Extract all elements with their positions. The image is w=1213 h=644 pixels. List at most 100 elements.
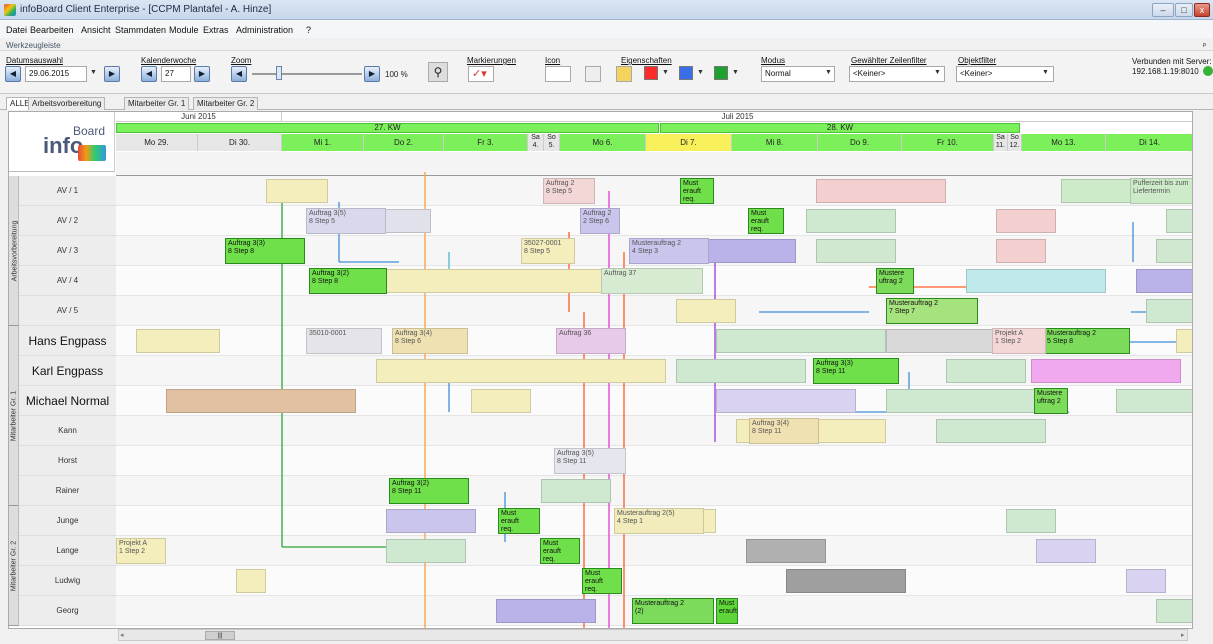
task-card[interactable]: Must erauft req.: [582, 568, 622, 594]
schedule-block[interactable]: [716, 389, 856, 413]
week-prev-button[interactable]: ◀: [141, 66, 157, 82]
schedule-block[interactable]: [676, 359, 806, 383]
task-card[interactable]: Must erauft req.: [748, 208, 784, 234]
schedule-block[interactable]: [1126, 569, 1166, 593]
chevron-down-icon[interactable]: ▼: [90, 69, 97, 76]
chevron-down-icon[interactable]: ▼: [934, 69, 941, 76]
task-card[interactable]: Auftrag 37: [601, 268, 703, 294]
date-field[interactable]: 29.06.2015: [25, 66, 87, 82]
task-card[interactable]: Musterauftrag 2 4 Step 3: [629, 238, 709, 264]
menu-administration[interactable]: Administration: [236, 25, 293, 35]
schedule-block[interactable]: [886, 389, 1036, 413]
task-card[interactable]: Mustere uftrag 2: [876, 268, 914, 294]
schedule-block[interactable]: [541, 479, 611, 503]
task-card[interactable]: Must erauft: [716, 598, 738, 624]
schedule-block[interactable]: [946, 359, 1026, 383]
task-card[interactable]: Mustere uftrag 2: [1034, 388, 1068, 414]
schedule-block[interactable]: [1146, 299, 1192, 323]
menu-extras[interactable]: Extras: [203, 25, 229, 35]
task-card[interactable]: Auftrag 3(4) 8 Step 11: [749, 418, 819, 444]
chevron-down-icon[interactable]: ▼: [662, 69, 669, 76]
schedule-block[interactable]: [1156, 239, 1192, 263]
menu-stammdaten[interactable]: Stammdaten: [115, 25, 166, 35]
schedule-block[interactable]: [816, 179, 946, 203]
blue-color-swatch[interactable]: [679, 66, 693, 80]
marker-icon[interactable]: [616, 66, 632, 82]
task-card[interactable]: Auftrag 36: [556, 328, 626, 354]
tab-arbeitsvorbereitung[interactable]: Arbeitsvorbereitung: [28, 97, 106, 110]
menu-help[interactable]: ?: [306, 25, 311, 35]
task-card[interactable]: Must erauft req.: [498, 508, 540, 534]
schedule-block[interactable]: [966, 269, 1106, 293]
task-card[interactable]: Pufferzeit bis zum Liefertermin: [1130, 178, 1192, 204]
schedule-block[interactable]: [886, 329, 996, 353]
task-card[interactable]: 35010-0001: [306, 328, 382, 354]
task-card[interactable]: Projekt A 1 Step 2: [992, 328, 1046, 354]
menu-module[interactable]: Module: [169, 25, 199, 35]
task-card[interactable]: Auftrag 3(5) 8 Step 11: [554, 448, 626, 474]
tab-mitarbeiter-gr1[interactable]: Mitarbeiter Gr. 1: [124, 97, 190, 110]
zoom-in-button[interactable]: ▶: [364, 66, 380, 82]
week-field[interactable]: 27: [161, 66, 191, 82]
schedule-block[interactable]: [376, 359, 666, 383]
schedule-block[interactable]: [386, 269, 606, 293]
chevron-down-icon[interactable]: ▼: [1042, 69, 1049, 76]
task-card[interactable]: Musterauftrag 2(5) 4 Step 1: [614, 508, 704, 534]
schedule-block[interactable]: [266, 179, 328, 203]
task-card[interactable]: Musterauftrag 2 5 Step 8: [1044, 328, 1130, 354]
icon-dropdown[interactable]: [545, 66, 571, 82]
schedule-block[interactable]: [996, 209, 1056, 233]
task-card[interactable]: 35027-0001 8 Step 5: [521, 238, 575, 264]
schedule-block[interactable]: [1116, 389, 1192, 413]
zoom-out-button[interactable]: ◀: [231, 66, 247, 82]
schedule-block[interactable]: [166, 389, 356, 413]
close-button[interactable]: x: [1194, 3, 1210, 17]
schedule-block[interactable]: [936, 419, 1046, 443]
minimize-button[interactable]: –: [1152, 3, 1174, 17]
maximize-button[interactable]: □: [1175, 3, 1193, 17]
schedule-block[interactable]: [996, 239, 1046, 263]
schedule-block[interactable]: [816, 239, 896, 263]
chevron-down-icon[interactable]: ▼: [697, 69, 704, 76]
schedule-block[interactable]: [386, 539, 466, 563]
zoom-slider[interactable]: [252, 73, 362, 75]
scroll-right-icon[interactable]: ▸: [1181, 631, 1185, 639]
schedule-block[interactable]: [1136, 269, 1192, 293]
schedule-block[interactable]: [1006, 509, 1056, 533]
task-card[interactable]: Auftrag 3(4) 8 Step 6: [392, 328, 468, 354]
schedule-block[interactable]: [706, 239, 796, 263]
schedule-block[interactable]: [716, 329, 886, 353]
chevron-down-icon[interactable]: ▼: [825, 69, 832, 76]
schedule-block[interactable]: [1061, 179, 1131, 203]
schedule-block[interactable]: [1031, 359, 1181, 383]
schedule-block[interactable]: [786, 569, 906, 593]
schedule-block[interactable]: [386, 509, 476, 533]
mouse-icon[interactable]: ⚲: [428, 62, 448, 82]
task-card[interactable]: Must erauft req.: [540, 538, 580, 564]
schedule-block[interactable]: [1166, 209, 1192, 233]
chevron-down-icon[interactable]: ▼: [732, 69, 739, 76]
scroll-left-icon[interactable]: ◂: [120, 631, 124, 639]
task-card[interactable]: Auftrag 3(5) 8 Step 5: [306, 208, 386, 234]
menu-bearbeiten[interactable]: Bearbeiten: [30, 25, 74, 35]
markings-dropdown[interactable]: ✓▾: [468, 66, 494, 82]
pin-icon[interactable]: ᵖ: [1203, 41, 1206, 50]
green-color-swatch[interactable]: [714, 66, 728, 80]
schedule-block[interactable]: [746, 539, 826, 563]
task-card[interactable]: Auftrag 2 2 Step 6: [580, 208, 620, 234]
task-card[interactable]: Must erauft req.: [680, 178, 714, 204]
mode-select[interactable]: Normal: [761, 66, 835, 82]
menu-datei[interactable]: Datei: [6, 25, 27, 35]
schedule-block[interactable]: [1176, 329, 1192, 353]
icon-clear-button[interactable]: [585, 66, 601, 82]
row-filter-select[interactable]: <Keiner>: [849, 66, 945, 82]
week-next-button[interactable]: ▶: [194, 66, 210, 82]
schedule-block[interactable]: [676, 299, 736, 323]
schedule-block[interactable]: [136, 329, 220, 353]
date-next-button[interactable]: ▶: [104, 66, 120, 82]
schedule-block[interactable]: [1036, 539, 1096, 563]
schedule-block[interactable]: [236, 569, 266, 593]
tab-mitarbeiter-gr2[interactable]: Mitarbeiter Gr. 2: [193, 97, 259, 110]
task-card[interactable]: Auftrag 3(2) 8 Step 8: [309, 268, 387, 294]
schedule-block[interactable]: [496, 599, 596, 623]
